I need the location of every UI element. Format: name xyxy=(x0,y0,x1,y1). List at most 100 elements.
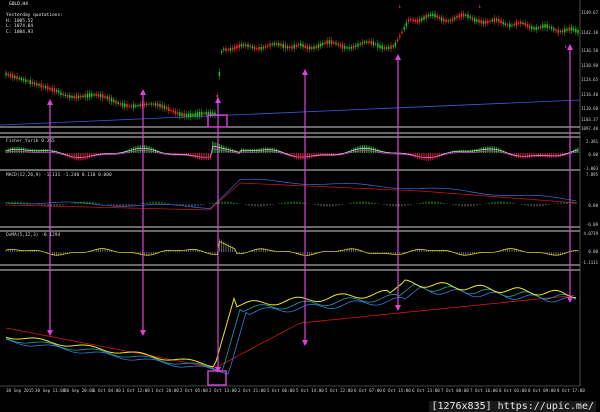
candle-body xyxy=(548,26,551,28)
candle-body xyxy=(84,94,86,98)
candle-body xyxy=(333,41,335,44)
candle-body xyxy=(443,18,445,22)
candle-body xyxy=(73,95,75,99)
candle-body xyxy=(493,17,496,22)
candle-body xyxy=(451,18,454,21)
ema-blue-line xyxy=(5,286,577,375)
candle-body xyxy=(542,24,544,29)
candle-body xyxy=(146,103,148,106)
candle-body xyxy=(377,43,379,48)
candle-body xyxy=(533,27,535,30)
candle-body xyxy=(223,48,225,51)
candle-body xyxy=(566,28,568,31)
candle-body xyxy=(104,95,106,98)
candle-body xyxy=(568,27,570,31)
candle-body xyxy=(284,44,287,49)
candle-body xyxy=(473,18,476,22)
candle-body xyxy=(454,17,456,20)
trendline[interactable] xyxy=(0,99,581,126)
candle-body xyxy=(86,93,89,98)
price-tick-3: 1130.90 xyxy=(581,63,598,68)
candle-body xyxy=(282,43,284,48)
candle-body xyxy=(344,45,346,49)
candle-body xyxy=(172,110,174,113)
candle-body xyxy=(29,80,31,85)
candle-body xyxy=(69,95,71,99)
candle-body xyxy=(502,21,504,25)
candle-body xyxy=(218,72,221,76)
candle-body xyxy=(436,15,438,18)
time-axis-tick: 6 Oct 07:00 xyxy=(354,388,382,393)
time-axis-tick: 6 Oct 15:00 xyxy=(383,388,411,393)
candle-body xyxy=(462,13,465,17)
candle-body xyxy=(447,20,449,22)
arrow-head xyxy=(302,340,308,346)
candle-body xyxy=(559,31,562,33)
candle-body xyxy=(148,103,150,105)
candle-body xyxy=(458,14,460,18)
candle-body xyxy=(350,46,353,49)
candle-body xyxy=(509,23,511,28)
price-tick-8: 1097.40 xyxy=(581,126,598,131)
candle-body xyxy=(517,22,520,24)
candle-body xyxy=(135,105,137,107)
candle-body xyxy=(440,17,443,21)
price-tick-2: 1136.50 xyxy=(581,48,598,53)
candle-body xyxy=(418,18,421,23)
macd-signal-line xyxy=(5,182,577,211)
candle-body xyxy=(183,113,185,117)
candle-body xyxy=(392,45,394,47)
candle-body xyxy=(487,20,489,24)
fisher-label: Fisher_Yurik 0.355 xyxy=(6,139,55,144)
candle-body xyxy=(500,20,502,24)
macd-tick-2: -6.09 xyxy=(585,222,598,227)
candle-body xyxy=(225,48,227,52)
candle-body xyxy=(425,15,427,19)
candle-body xyxy=(51,87,53,92)
candle-body xyxy=(357,43,359,47)
candle-body xyxy=(102,94,104,99)
candle-body xyxy=(152,103,155,105)
candle-body xyxy=(465,14,467,16)
candle-body xyxy=(476,19,478,22)
candle-body xyxy=(564,28,566,33)
candle-body xyxy=(498,18,500,23)
candle-body xyxy=(326,40,328,45)
arrow-head xyxy=(302,69,308,75)
candle-body xyxy=(157,103,159,107)
candle-body xyxy=(203,112,205,114)
candle-body xyxy=(561,30,564,33)
candle-body xyxy=(38,84,40,86)
price-tick-6: 1110.60 xyxy=(581,106,598,111)
candle-body xyxy=(60,92,62,96)
candle-body xyxy=(438,16,441,19)
candle-body xyxy=(264,46,267,48)
candle-body xyxy=(236,45,238,49)
candle-body xyxy=(181,113,183,116)
candle-body xyxy=(216,94,218,98)
osma-histogram xyxy=(5,238,579,257)
candle-body xyxy=(484,21,487,24)
candle-body xyxy=(434,13,436,18)
candle-body xyxy=(372,41,375,46)
candle-body xyxy=(278,43,280,46)
candle-body xyxy=(379,44,381,49)
chart-window[interactable]: ↓ ↓ ↓ GOLD,H4 Yesterday quotations: H: 1… xyxy=(0,0,600,412)
candle-body xyxy=(33,82,36,85)
candle-body xyxy=(31,81,34,84)
arrow-head xyxy=(395,54,401,60)
candle-body xyxy=(143,103,146,106)
candle-body xyxy=(249,45,251,48)
price-chart[interactable]: ↓ ↓ ↓ xyxy=(0,0,600,412)
candle-body xyxy=(520,21,522,25)
candle-body xyxy=(198,111,201,116)
price-tick-5: 1116.40 xyxy=(581,92,598,97)
candle-body xyxy=(267,45,269,47)
candle-body xyxy=(253,46,256,50)
candle-body xyxy=(36,82,38,86)
candle-body xyxy=(366,41,368,43)
candle-body xyxy=(511,24,513,26)
candle-body xyxy=(348,47,350,49)
candle-body xyxy=(456,15,458,19)
candle-body xyxy=(449,19,452,22)
